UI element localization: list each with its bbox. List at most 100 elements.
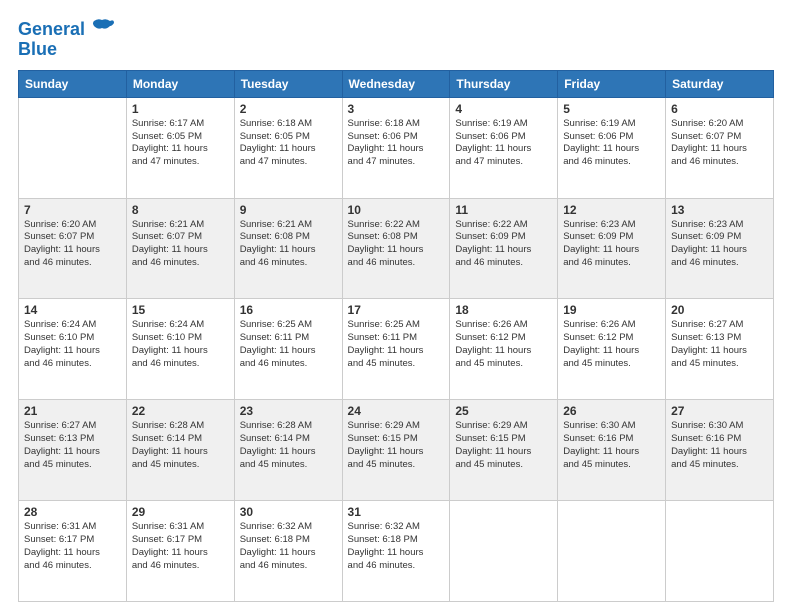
- day-number: 19: [563, 303, 660, 317]
- day-number: 17: [348, 303, 445, 317]
- calendar-week-row: 28 Sunrise: 6:31 AMSunset: 6:17 PMDayligh…: [19, 501, 774, 602]
- day-info: Sunrise: 6:26 AMSunset: 6:12 PMDaylight:…: [563, 319, 660, 370]
- day-info: Sunrise: 6:30 AMSunset: 6:16 PMDaylight:…: [671, 420, 768, 471]
- day-number: 15: [132, 303, 229, 317]
- calendar-cell: 11Sunrise: 6:22 AMSunset: 6:09 PMDayligh…: [450, 198, 558, 299]
- day-number: 4: [455, 102, 552, 116]
- calendar-cell: 14 Sunrise: 6:24 AMSunset: 6:10 PMDayligh…: [19, 299, 127, 400]
- day-info: Sunrise: 6:23 AMSunset: 6:09 PMDaylight:…: [563, 219, 660, 270]
- day-info: Sunrise: 6:32 AMSunset: 6:18 PMDaylight:…: [348, 521, 445, 572]
- day-number: 1: [132, 102, 229, 116]
- calendar-header: SundayMondayTuesdayWednesdayThursdayFrid…: [19, 70, 774, 97]
- day-info: Sunrise: 6:31 AMSunset: 6:17 PMDaylight:…: [132, 521, 229, 572]
- day-number: 6: [671, 102, 768, 116]
- day-number: 5: [563, 102, 660, 116]
- calendar-body: 1 Sunrise: 6:17 AMSunset: 6:05 PMDaylight…: [19, 97, 774, 601]
- day-number: 20: [671, 303, 768, 317]
- day-info: Sunrise: 6:20 AMSunset: 6:07 PMDaylight:…: [671, 118, 768, 169]
- calendar-week-row: 21 Sunrise: 6:27 AMSunset: 6:13 PMDayligh…: [19, 400, 774, 501]
- day-info: Sunrise: 6:24 AMSunset: 6:10 PMDaylight:…: [24, 319, 121, 370]
- day-number: 25: [455, 404, 552, 418]
- day-info: Sunrise: 6:21 AMSunset: 6:07 PMDaylight:…: [132, 219, 229, 270]
- calendar-cell: 1 Sunrise: 6:17 AMSunset: 6:05 PMDaylight…: [126, 97, 234, 198]
- weekday-header-tuesday: Tuesday: [234, 70, 342, 97]
- calendar-cell: 21 Sunrise: 6:27 AMSunset: 6:13 PMDayligh…: [19, 400, 127, 501]
- calendar-cell: 29Sunrise: 6:31 AMSunset: 6:17 PMDayligh…: [126, 501, 234, 602]
- day-number: 9: [240, 203, 337, 217]
- calendar-cell: 10Sunrise: 6:22 AMSunset: 6:08 PMDayligh…: [342, 198, 450, 299]
- day-number: 14: [24, 303, 121, 317]
- calendar-cell: 16 Sunrise: 6:25 AMSunset: 6:11 PMDayligh…: [234, 299, 342, 400]
- weekday-header-sunday: Sunday: [19, 70, 127, 97]
- day-info: Sunrise: 6:31 AMSunset: 6:17 PMDaylight:…: [24, 521, 121, 572]
- day-info: Sunrise: 6:27 AMSunset: 6:13 PMDaylight:…: [671, 319, 768, 370]
- day-info: Sunrise: 6:28 AMSunset: 6:14 PMDaylight:…: [132, 420, 229, 471]
- calendar-cell: 13Sunrise: 6:23 AMSunset: 6:09 PMDayligh…: [666, 198, 774, 299]
- calendar-cell: 9 Sunrise: 6:21 AMSunset: 6:08 PMDaylight…: [234, 198, 342, 299]
- calendar-week-row: 14 Sunrise: 6:24 AMSunset: 6:10 PMDayligh…: [19, 299, 774, 400]
- calendar-week-row: 1 Sunrise: 6:17 AMSunset: 6:05 PMDaylight…: [19, 97, 774, 198]
- day-number: 7: [24, 203, 121, 217]
- day-number: 22: [132, 404, 229, 418]
- day-info: Sunrise: 6:32 AMSunset: 6:18 PMDaylight:…: [240, 521, 337, 572]
- day-number: 16: [240, 303, 337, 317]
- calendar-cell: 28 Sunrise: 6:31 AMSunset: 6:17 PMDayligh…: [19, 501, 127, 602]
- day-number: 10: [348, 203, 445, 217]
- day-number: 28: [24, 505, 121, 519]
- weekday-header-wednesday: Wednesday: [342, 70, 450, 97]
- logo-bottom: Blue: [18, 40, 114, 60]
- day-info: Sunrise: 6:17 AMSunset: 6:05 PMDaylight:…: [132, 118, 229, 169]
- calendar-cell: 31 Sunrise: 6:32 AMSunset: 6:18 PMDayligh…: [342, 501, 450, 602]
- calendar-cell: 22 Sunrise: 6:28 AMSunset: 6:14 PMDayligh…: [126, 400, 234, 501]
- day-number: 2: [240, 102, 337, 116]
- calendar-cell: 19 Sunrise: 6:26 AMSunset: 6:12 PMDayligh…: [558, 299, 666, 400]
- calendar-cell: 5 Sunrise: 6:19 AMSunset: 6:06 PMDaylight…: [558, 97, 666, 198]
- day-info: Sunrise: 6:25 AMSunset: 6:11 PMDaylight:…: [348, 319, 445, 370]
- day-number: 18: [455, 303, 552, 317]
- weekday-header-row: SundayMondayTuesdayWednesdayThursdayFrid…: [19, 70, 774, 97]
- day-number: 3: [348, 102, 445, 116]
- calendar-week-row: 7 Sunrise: 6:20 AMSunset: 6:07 PMDaylight…: [19, 198, 774, 299]
- day-info: Sunrise: 6:21 AMSunset: 6:08 PMDaylight:…: [240, 219, 337, 270]
- calendar-cell: 18Sunrise: 6:26 AMSunset: 6:12 PMDayligh…: [450, 299, 558, 400]
- calendar-cell: 7 Sunrise: 6:20 AMSunset: 6:07 PMDaylight…: [19, 198, 127, 299]
- calendar-cell: 6 Sunrise: 6:20 AMSunset: 6:07 PMDaylight…: [666, 97, 774, 198]
- day-number: 31: [348, 505, 445, 519]
- day-number: 23: [240, 404, 337, 418]
- logo: General Blue: [18, 18, 114, 60]
- calendar-cell: 20 Sunrise: 6:27 AMSunset: 6:13 PMDayligh…: [666, 299, 774, 400]
- day-number: 12: [563, 203, 660, 217]
- day-info: Sunrise: 6:18 AMSunset: 6:06 PMDaylight:…: [348, 118, 445, 169]
- weekday-header-saturday: Saturday: [666, 70, 774, 97]
- day-info: Sunrise: 6:29 AMSunset: 6:15 PMDaylight:…: [455, 420, 552, 471]
- day-info: Sunrise: 6:19 AMSunset: 6:06 PMDaylight:…: [455, 118, 552, 169]
- day-number: 21: [24, 404, 121, 418]
- header: General Blue: [18, 18, 774, 60]
- weekday-header-thursday: Thursday: [450, 70, 558, 97]
- weekday-header-friday: Friday: [558, 70, 666, 97]
- calendar-cell: 2Sunrise: 6:18 AMSunset: 6:05 PMDaylight…: [234, 97, 342, 198]
- day-number: 8: [132, 203, 229, 217]
- calendar-cell: [558, 501, 666, 602]
- day-info: Sunrise: 6:27 AMSunset: 6:13 PMDaylight:…: [24, 420, 121, 471]
- day-info: Sunrise: 6:19 AMSunset: 6:06 PMDaylight:…: [563, 118, 660, 169]
- logo-bird-icon: [92, 18, 114, 38]
- calendar-cell: 27 Sunrise: 6:30 AMSunset: 6:16 PMDayligh…: [666, 400, 774, 501]
- calendar-cell: 30Sunrise: 6:32 AMSunset: 6:18 PMDayligh…: [234, 501, 342, 602]
- calendar-cell: [19, 97, 127, 198]
- day-info: Sunrise: 6:20 AMSunset: 6:07 PMDaylight:…: [24, 219, 121, 270]
- weekday-header-monday: Monday: [126, 70, 234, 97]
- day-info: Sunrise: 6:28 AMSunset: 6:14 PMDaylight:…: [240, 420, 337, 471]
- calendar-cell: 17 Sunrise: 6:25 AMSunset: 6:11 PMDayligh…: [342, 299, 450, 400]
- day-number: 11: [455, 203, 552, 217]
- day-info: Sunrise: 6:25 AMSunset: 6:11 PMDaylight:…: [240, 319, 337, 370]
- calendar-cell: 3 Sunrise: 6:18 AMSunset: 6:06 PMDaylight…: [342, 97, 450, 198]
- calendar-cell: 26Sunrise: 6:30 AMSunset: 6:16 PMDayligh…: [558, 400, 666, 501]
- day-number: 27: [671, 404, 768, 418]
- calendar-table: SundayMondayTuesdayWednesdayThursdayFrid…: [18, 70, 774, 602]
- calendar-cell: 24Sunrise: 6:29 AMSunset: 6:15 PMDayligh…: [342, 400, 450, 501]
- day-number: 26: [563, 404, 660, 418]
- day-info: Sunrise: 6:23 AMSunset: 6:09 PMDaylight:…: [671, 219, 768, 270]
- calendar-cell: 12 Sunrise: 6:23 AMSunset: 6:09 PMDayligh…: [558, 198, 666, 299]
- calendar-cell: 23 Sunrise: 6:28 AMSunset: 6:14 PMDayligh…: [234, 400, 342, 501]
